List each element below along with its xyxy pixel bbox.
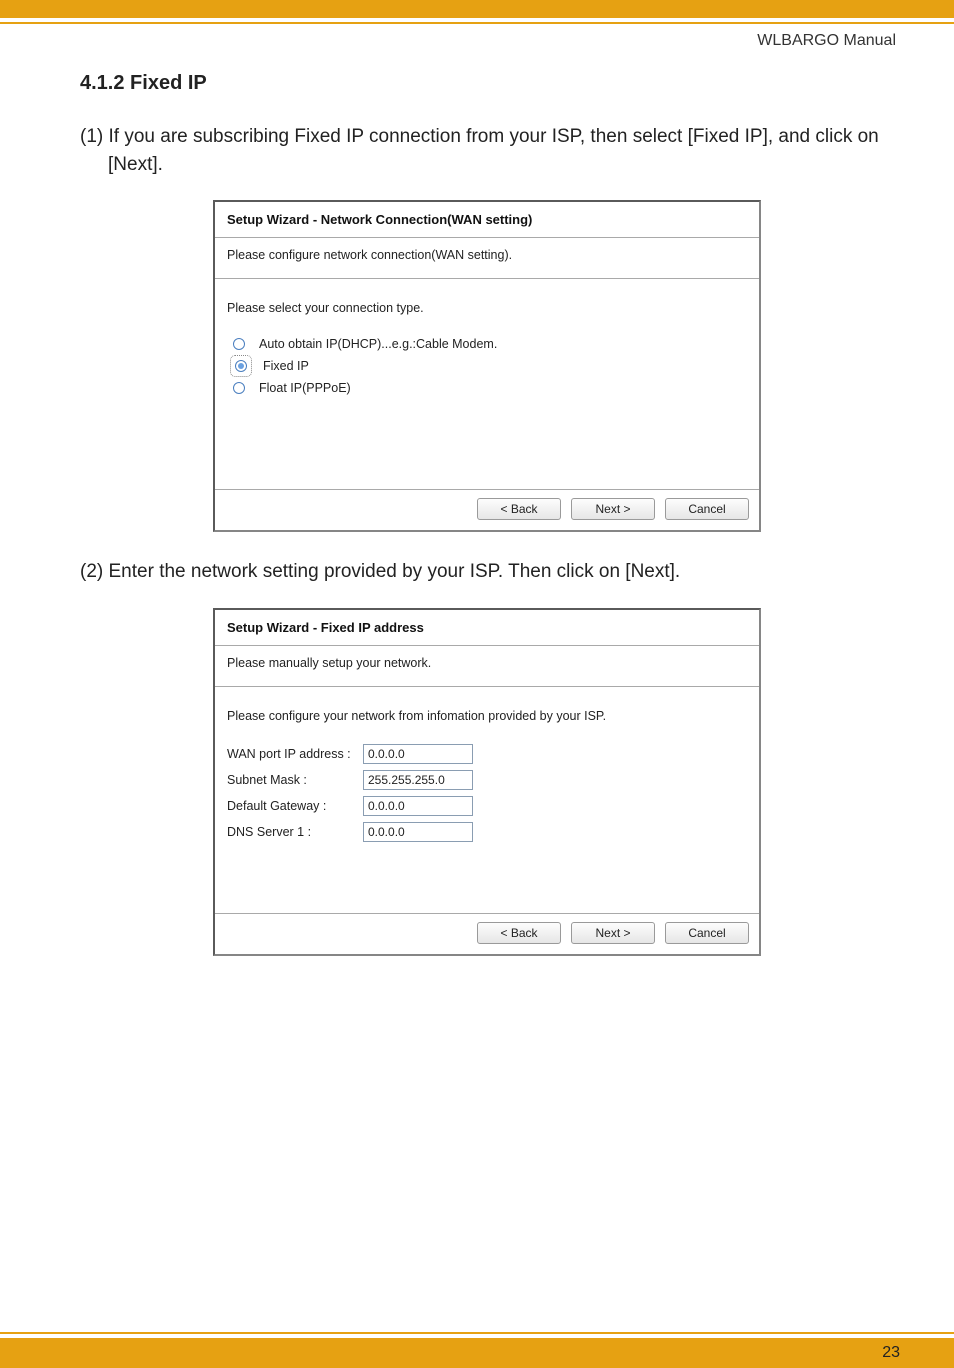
radio-label: Fixed IP xyxy=(263,359,309,373)
section-title: Fixed IP xyxy=(130,72,207,94)
dns1-label: DNS Server 1 : xyxy=(227,825,363,839)
wizard2-subtitle: Please manually setup your network. xyxy=(215,646,759,687)
wizard-fixed-ip: Setup Wizard - Fixed IP address Please m… xyxy=(213,608,761,956)
section-number: 4.1.2 xyxy=(80,72,124,94)
radio-icon xyxy=(233,382,245,394)
back-button[interactable]: < Back xyxy=(477,498,561,520)
default-gateway-label: Default Gateway : xyxy=(227,799,363,813)
wizard1-title: Setup Wizard - Network Connection(WAN se… xyxy=(215,202,759,238)
wizard1-prompt: Please select your connection type. xyxy=(227,301,747,315)
radio-icon xyxy=(235,360,247,372)
page-top-band xyxy=(0,0,954,18)
radio-option-dhcp[interactable]: Auto obtain IP(DHCP)...e.g.:Cable Modem. xyxy=(233,333,747,355)
section-heading: 4.1.2 Fixed IP xyxy=(80,72,894,95)
radio-option-pppoe[interactable]: Float IP(PPPoE) xyxy=(233,377,747,399)
next-button[interactable]: Next > xyxy=(571,922,655,944)
subnet-mask-input[interactable] xyxy=(363,770,473,790)
cancel-button[interactable]: Cancel xyxy=(665,498,749,520)
wizard2-title: Setup Wizard - Fixed IP address xyxy=(215,610,759,646)
manual-title: WLBARGO Manual xyxy=(757,32,896,50)
wizard1-subtitle: Please configure network connection(WAN … xyxy=(215,238,759,279)
radio-label: Float IP(PPPoE) xyxy=(259,381,351,395)
wan-ip-input[interactable] xyxy=(363,744,473,764)
page-number: 23 xyxy=(882,1344,900,1362)
radio-dot-icon xyxy=(238,363,244,369)
wizard2-prompt: Please configure your network from infom… xyxy=(227,709,747,723)
step-2-text: (2) Enter the network setting provided b… xyxy=(80,558,894,586)
back-button[interactable]: < Back xyxy=(477,922,561,944)
radio-focus-ring xyxy=(233,358,249,374)
step-1-text: (1) If you are subscribing Fixed IP conn… xyxy=(80,123,894,178)
wan-ip-label: WAN port IP address : xyxy=(227,747,363,761)
radio-option-fixed-ip[interactable]: Fixed IP xyxy=(233,355,747,377)
subnet-mask-label: Subnet Mask : xyxy=(227,773,363,787)
next-button[interactable]: Next > xyxy=(571,498,655,520)
radio-label: Auto obtain IP(DHCP)...e.g.:Cable Modem. xyxy=(259,337,497,351)
page-bottom-rule xyxy=(0,1332,954,1334)
default-gateway-input[interactable] xyxy=(363,796,473,816)
radio-icon xyxy=(233,338,245,350)
wizard-wan-setting: Setup Wizard - Network Connection(WAN se… xyxy=(213,200,761,532)
dns1-input[interactable] xyxy=(363,822,473,842)
cancel-button[interactable]: Cancel xyxy=(665,922,749,944)
